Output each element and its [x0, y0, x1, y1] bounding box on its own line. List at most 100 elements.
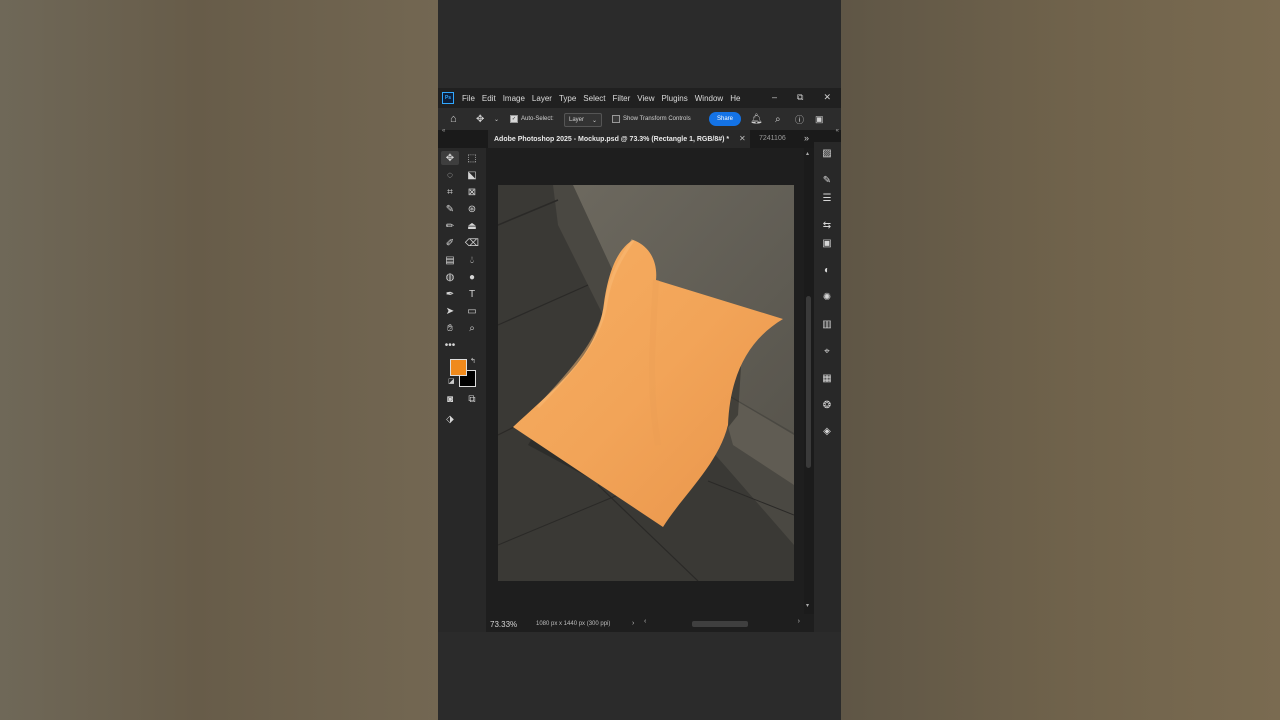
blur-icon[interactable]: 💧︎: [463, 253, 481, 267]
auto-select-checkbox[interactable]: ✓: [510, 115, 518, 123]
help-icon[interactable]: ⓘ: [795, 108, 804, 130]
adjust-icon[interactable]: ☰: [820, 191, 834, 205]
home-icon[interactable]: ⌂: [450, 108, 457, 130]
menu-edit[interactable]: Edit: [482, 94, 496, 103]
styles-icon[interactable]: ✺: [820, 290, 834, 304]
path-select-icon[interactable]: ➤: [441, 304, 459, 318]
paths-icon[interactable]: ⌖: [820, 344, 834, 358]
swatches-icon[interactable]: ▦: [820, 371, 834, 385]
collapse-panels-icon[interactable]: «: [836, 128, 839, 134]
history-icon[interactable]: ⇆: [820, 218, 834, 232]
vertical-scroll-thumb[interactable]: [806, 296, 811, 468]
menu-select[interactable]: Select: [583, 94, 605, 103]
dropdown-chevron-icon: ⌄: [592, 117, 598, 124]
horizontal-scrollbar[interactable]: ‹ ›: [644, 618, 800, 628]
swap-colors-icon[interactable]: ↰: [470, 357, 476, 365]
generative-icon[interactable]: ⬗: [441, 412, 459, 426]
more-tabs-icon[interactable]: »: [804, 133, 809, 143]
chevron-down-icon[interactable]: ⌄: [494, 108, 499, 130]
layers-icon[interactable]: ◈: [820, 424, 834, 438]
tab-second-document[interactable]: 7241106: [759, 135, 786, 142]
document-tabs: Adobe Photoshop 2025 - Mockup.psd @ 73.3…: [438, 130, 841, 148]
mockup-photo: [498, 185, 794, 581]
libraries-icon[interactable]: ▣: [820, 236, 834, 250]
ps-app-icon: Ps: [442, 92, 454, 104]
frame-icon[interactable]: ⊠: [463, 185, 481, 199]
crop-icon[interactable]: ⌗: [441, 185, 459, 199]
menu-view[interactable]: View: [637, 94, 654, 103]
rectangle-icon[interactable]: ▭: [463, 304, 481, 318]
window-controls: – ⧉ ✕: [772, 92, 831, 103]
menu-plugins[interactable]: Plugins: [662, 94, 688, 103]
notifications-icon[interactable]: 🔔︎: [750, 108, 763, 130]
menu-layer[interactable]: Layer: [532, 94, 552, 103]
brush-icon[interactable]: ✏: [441, 219, 459, 233]
move-icon[interactable]: ✥: [441, 151, 459, 165]
menu-window[interactable]: Window: [695, 94, 723, 103]
stamp-icon[interactable]: ⏏: [463, 219, 481, 233]
gradients-icon[interactable]: ▥: [820, 317, 834, 331]
zoom-level[interactable]: 73.33%: [490, 620, 517, 629]
adjustments-icon[interactable]: ◐: [820, 263, 834, 277]
auto-select-option[interactable]: ✓ Auto-Select:: [510, 108, 554, 130]
more-tools-icon[interactable]: •••: [441, 338, 459, 352]
eraser-icon[interactable]: ⌫: [463, 236, 481, 250]
menu-help[interactable]: He: [730, 94, 740, 103]
menu-image[interactable]: Image: [503, 94, 525, 103]
show-transform-option[interactable]: Show Transform Controls: [612, 108, 691, 130]
default-colors-icon[interactable]: ◪: [448, 377, 455, 385]
show-transform-checkbox[interactable]: [612, 115, 620, 123]
menu-type[interactable]: Type: [559, 94, 576, 103]
vertical-scrollbar[interactable]: ▴ ▾: [804, 148, 814, 614]
object-select-icon[interactable]: ⬕: [463, 168, 481, 182]
marquee-icon[interactable]: ⬚: [463, 151, 481, 165]
scroll-left-icon[interactable]: ‹: [644, 618, 646, 625]
document-size: 1080 px x 1440 px (300 ppi): [536, 621, 611, 627]
dodge-icon[interactable]: ◍: [441, 270, 459, 284]
quick-mask-icon[interactable]: ◙: [441, 392, 459, 406]
brush-settings-icon[interactable]: ✎: [820, 173, 834, 187]
horizontal-scroll-thumb[interactable]: [692, 621, 748, 627]
video-background-left: [0, 0, 438, 720]
screen-mode-icon[interactable]: ⧉: [463, 392, 481, 406]
properties-icon[interactable]: ▨: [820, 146, 834, 160]
smudge-icon[interactable]: ●: [463, 270, 481, 284]
foreground-color-swatch[interactable]: [450, 359, 467, 376]
menu-file[interactable]: File: [462, 94, 475, 103]
move-tool-icon[interactable]: ✥: [476, 108, 484, 130]
share-button[interactable]: Share: [709, 112, 742, 126]
minimize-button[interactable]: –: [772, 92, 777, 103]
tab-close-icon[interactable]: ✕: [739, 134, 746, 143]
menu-filter[interactable]: Filter: [613, 94, 631, 103]
close-window-button[interactable]: ✕: [823, 92, 831, 103]
tab-mockup[interactable]: Adobe Photoshop 2025 - Mockup.psd @ 73.3…: [488, 130, 750, 148]
restore-button[interactable]: ⧉: [797, 92, 803, 103]
lasso-icon[interactable]: ◌: [441, 168, 459, 182]
workspace-icon[interactable]: ▣: [815, 108, 824, 130]
options-bar: ⌂ ✥ ⌄ ✓ Auto-Select: Layer ⌄ Show Transf…: [438, 108, 841, 130]
channels-icon[interactable]: ❂: [820, 398, 834, 412]
type-icon[interactable]: T: [463, 287, 481, 301]
hand-icon[interactable]: ✋︎: [441, 321, 459, 335]
history-brush-icon[interactable]: ✐: [441, 236, 459, 250]
show-transform-label: Show Transform Controls: [623, 116, 691, 122]
right-panel-dock: ▨ ✎ ☰ ⇆ ▣ ◐ ✺ ▥ ⌖ ▦ ❂ ◈: [814, 142, 841, 632]
tools-panel: ✥ ⬚ ◌ ⬕ ⌗ ⊠ ✎ ⊛ ✏ ⏏ ✐ ⌫ ▤ 💧︎ ◍ ● ✒ T ➤ ▭…: [438, 148, 486, 632]
collapse-tools-icon[interactable]: «: [442, 128, 445, 134]
auto-select-label: Auto-Select:: [521, 116, 554, 122]
gradient-icon[interactable]: ▤: [441, 253, 459, 267]
eyedropper-icon[interactable]: ✎: [441, 202, 459, 216]
layer-dropdown-value: Layer: [569, 117, 585, 123]
scroll-up-icon[interactable]: ▴: [806, 150, 809, 157]
zoom-icon[interactable]: ⌕: [463, 321, 481, 335]
canvas-area[interactable]: [486, 148, 804, 614]
status-menu-chevron-icon[interactable]: ›: [632, 620, 634, 627]
spot-heal-icon[interactable]: ⊛: [463, 202, 481, 216]
pen-icon[interactable]: ✒: [441, 287, 459, 301]
scroll-down-icon[interactable]: ▾: [806, 602, 809, 609]
auto-select-target-dropdown[interactable]: Layer ⌄: [564, 113, 603, 127]
photoshop-window: Ps File Edit Image Layer Type Select Fil…: [438, 88, 841, 632]
scroll-right-icon[interactable]: ›: [798, 618, 800, 625]
mockup-canvas-image[interactable]: [498, 185, 794, 581]
search-icon[interactable]: ⌕: [775, 108, 781, 130]
